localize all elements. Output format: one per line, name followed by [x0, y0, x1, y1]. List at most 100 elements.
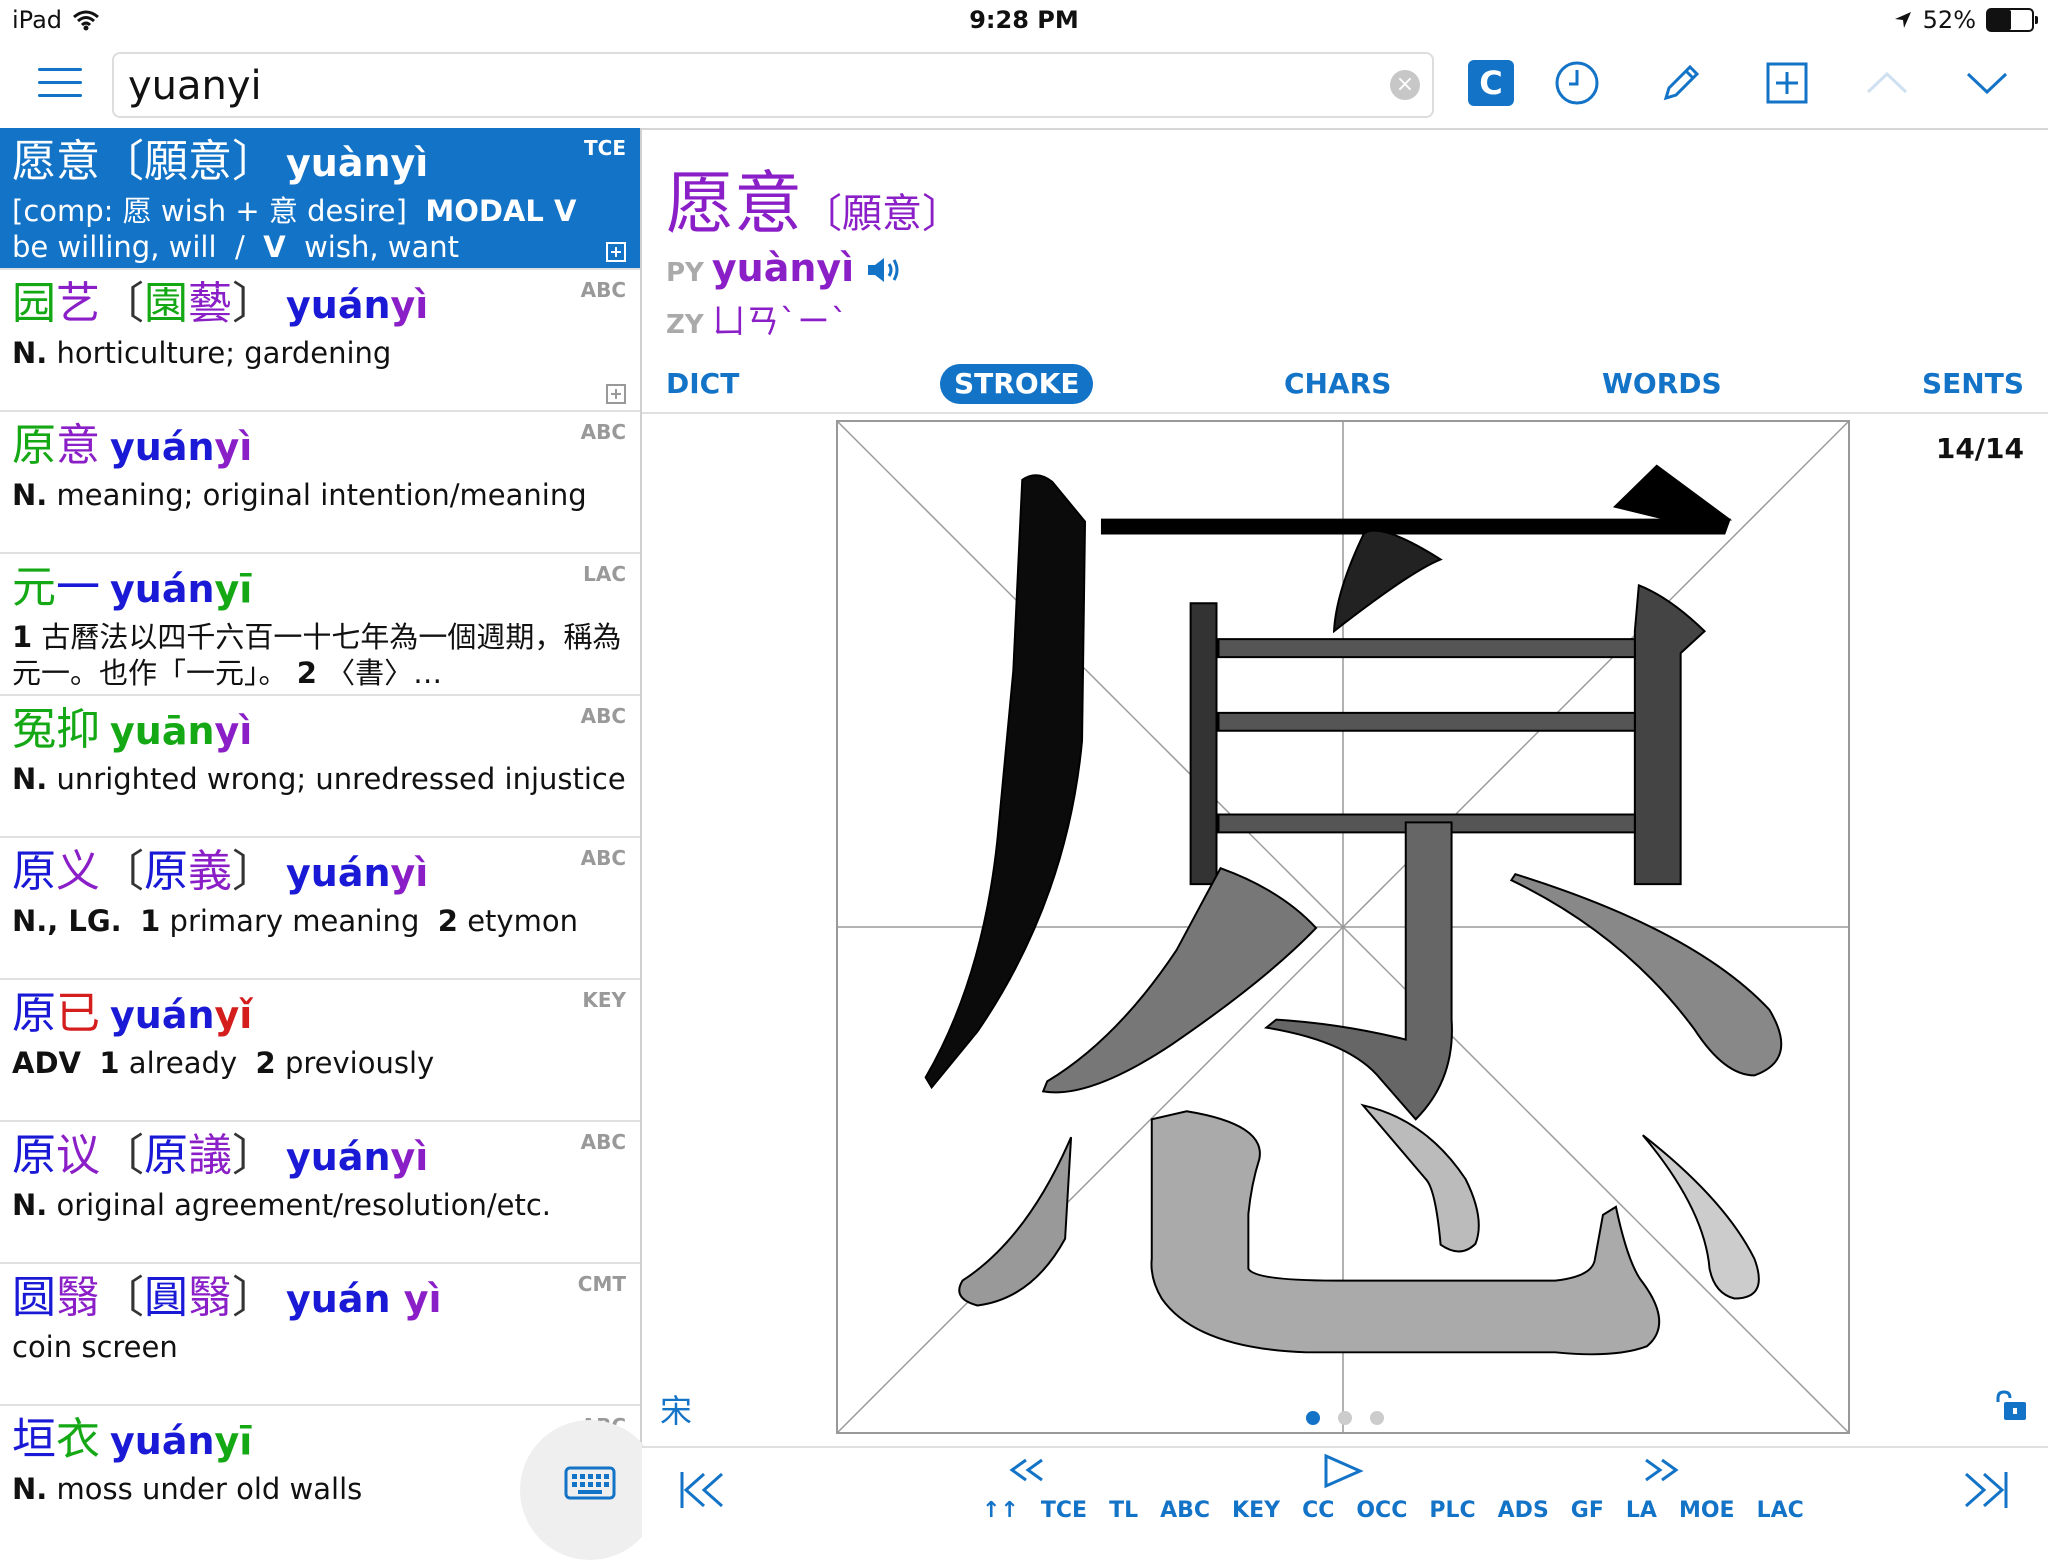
detail-headword: 愿意〔願意〕: [666, 148, 962, 247]
result-source-badge: ABC: [580, 846, 626, 870]
keyboard-button[interactable]: [520, 1420, 660, 1560]
expand-plus-icon[interactable]: [606, 242, 626, 262]
pencil-icon[interactable]: [1656, 58, 1706, 108]
clear-search-icon[interactable]: ×: [1390, 70, 1420, 100]
step-back-icon[interactable]: [1004, 1456, 1046, 1484]
result-pinyin-syllable: yuán: [286, 283, 391, 327]
source-occ[interactable]: OCC: [1356, 1498, 1407, 1523]
source-la[interactable]: LA: [1626, 1498, 1657, 1523]
stroke-15: [1642, 1134, 1760, 1300]
tab-sents[interactable]: SENTS: [1908, 364, 2038, 404]
battery-percent: 52%: [1922, 6, 1976, 34]
expand-plus-icon[interactable]: [606, 384, 626, 404]
zy-label: ZY: [666, 310, 704, 340]
result-pinyin: yuányì: [110, 425, 252, 469]
result-pinyin: yuányī: [110, 567, 252, 611]
tab-words[interactable]: WORDS: [1588, 364, 1736, 404]
sort-arrows-icon[interactable]: ↑↑: [982, 1498, 1019, 1523]
tab-chars[interactable]: CHARS: [1270, 364, 1405, 404]
result-hanzi: 原: [144, 846, 188, 897]
clipboard-c-button[interactable]: C: [1468, 60, 1514, 106]
result-item[interactable]: 冤抑 yuānyì ABC N. unrighted wrong; unredress…: [0, 696, 640, 838]
stroke-order-canvas[interactable]: [836, 420, 1850, 1434]
tab-stroke[interactable]: STROKE: [940, 364, 1094, 404]
dictionary-sources: ↑↑ TCE TL ABC KEY CC OCC PLC ADS GF LA M…: [982, 1498, 1804, 1523]
result-hanzi: 議: [188, 1130, 232, 1181]
result-hanzi: 意: [56, 420, 100, 471]
source-cc[interactable]: CC: [1302, 1498, 1334, 1523]
result-hanzi: 〔: [100, 278, 144, 329]
page-dot[interactable]: [1338, 1411, 1352, 1425]
result-item[interactable]: 愿意〔願意〕 yuànyì TCE [comp: 愿 wish + 意 desire]…: [0, 128, 640, 270]
result-definition: [comp: 愿 wish + 意 desire] MODAL V be wil…: [12, 194, 586, 264]
source-gf[interactable]: GF: [1571, 1498, 1604, 1523]
stroke-11: [1509, 873, 1783, 1077]
chevron-down-icon[interactable]: [1962, 58, 2012, 108]
page-dot[interactable]: [1370, 1411, 1384, 1425]
result-pinyin-syllable: yuán: [110, 1419, 215, 1463]
result-hanzi: 〔: [100, 846, 144, 897]
search-input[interactable]: [126, 60, 1330, 112]
chevron-up-icon[interactable]: [1862, 58, 1912, 108]
result-source-badge: KEY: [582, 988, 626, 1012]
result-hanzi: 义: [56, 846, 100, 897]
detail-tabs: DICT STROKE CHARS WORDS SENTS: [642, 356, 2048, 414]
source-tl[interactable]: TL: [1109, 1498, 1138, 1523]
step-forward-icon[interactable]: [1642, 1456, 1684, 1484]
speaker-icon[interactable]: [866, 255, 902, 285]
result-hanzi: 藝: [188, 278, 232, 329]
result-definition: N., LG. 1 primary meaning 2 etymon: [12, 904, 578, 938]
add-flashcard-icon[interactable]: [1762, 58, 1812, 108]
result-pinyin-syllable: yuànyì: [286, 141, 429, 185]
history-clock-icon[interactable]: [1552, 58, 1602, 108]
stroke-6: [1217, 638, 1636, 659]
stroke-12: [958, 1136, 1073, 1307]
menu-icon[interactable]: [38, 68, 82, 100]
stroke-2: [1100, 518, 1731, 535]
detail-panel: 愿意〔願意〕 PY yuànyì ZY ㄩㄢˋㄧˋ DICT STROKE CHAR…: [642, 128, 2048, 1538]
tab-dict[interactable]: DICT: [652, 364, 753, 404]
result-hanzi: 〕: [232, 1130, 276, 1181]
play-icon[interactable]: [1320, 1452, 1364, 1490]
source-ads[interactable]: ADS: [1498, 1498, 1549, 1523]
result-hanzi: 〔: [100, 1130, 144, 1181]
source-key[interactable]: KEY: [1232, 1498, 1280, 1523]
result-item[interactable]: 原议〔原議〕 yuányì ABC N. original agreement/res…: [0, 1122, 640, 1264]
source-tce[interactable]: TCE: [1041, 1498, 1087, 1523]
result-headword: 愿意〔願意〕 yuànyì: [12, 134, 628, 191]
result-hanzi: 〕: [232, 278, 276, 329]
result-headword: 原议〔原議〕 yuányì: [12, 1128, 628, 1185]
result-hanzi: 一: [56, 562, 100, 613]
py-label: PY: [666, 258, 704, 288]
result-hanzi: 〔願意〕: [100, 136, 276, 187]
result-hanzi: 原: [12, 988, 56, 1039]
result-source-badge: LAC: [583, 562, 626, 586]
result-hanzi: 冤: [12, 704, 56, 755]
skip-to-end-icon[interactable]: [1962, 1468, 2010, 1512]
skip-to-start-icon[interactable]: [678, 1468, 726, 1512]
page-dots: [642, 1410, 2048, 1429]
page-dot[interactable]: [1306, 1411, 1320, 1425]
result-item[interactable]: 原已 yuányǐ KEY ADV 1 already 2 previously: [0, 980, 640, 1122]
result-source-badge: ABC: [580, 704, 626, 728]
result-hanzi: 艺: [56, 278, 100, 329]
source-moe[interactable]: MOE: [1679, 1498, 1735, 1523]
result-item[interactable]: 园艺〔園藝〕 yuányì ABC N. horticulture; gardenin…: [0, 270, 640, 412]
result-hanzi: 原: [12, 420, 56, 471]
detail-zhuyin: ㄩㄢˋㄧˋ: [711, 302, 848, 342]
result-item[interactable]: 原意 yuányì ABC N. meaning; original intentio…: [0, 412, 640, 554]
result-pinyin-syllable: yì: [214, 709, 253, 753]
result-hanzi: 原: [144, 1130, 188, 1181]
result-pinyin-syllable: yuán: [286, 1277, 391, 1321]
result-item[interactable]: 元一 yuányī LAC 1 古曆法以四千六百一十七年為一個週期，稱為元一。也作「一…: [0, 554, 640, 696]
result-pinyin-syllable: yuán: [286, 1135, 391, 1179]
keyboard-icon: [564, 1466, 616, 1500]
result-item[interactable]: 原义〔原義〕 yuányì ABC N., LG. 1 primary meaning…: [0, 838, 640, 980]
result-item[interactable]: 圆翳〔圓翳〕 yuán yì CMT coin screen: [0, 1264, 640, 1406]
stroke-1: [924, 474, 1087, 1090]
result-hanzi: 原: [12, 846, 56, 897]
pinyin-row: PY yuànyì: [666, 246, 902, 290]
source-lac[interactable]: LAC: [1757, 1498, 1804, 1523]
source-plc[interactable]: PLC: [1429, 1498, 1475, 1523]
source-abc[interactable]: ABC: [1160, 1498, 1210, 1523]
